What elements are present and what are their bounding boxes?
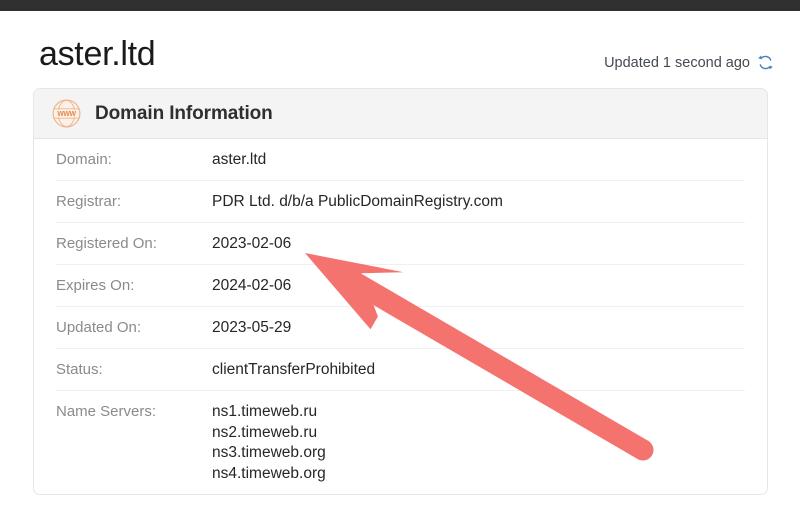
row-label: Status:	[56, 361, 103, 378]
page-header: aster.ltd Updated 1 second ago	[0, 11, 800, 81]
row-label: Domain:	[56, 151, 112, 168]
browser-chrome-bar	[0, 0, 800, 11]
table-row-name-servers: Name Servers: ns1.timeweb.ru ns2.timeweb…	[56, 391, 745, 494]
svg-text:WWW: WWW	[57, 111, 76, 118]
table-row: Domain: aster.ltd	[56, 139, 745, 181]
updated-timestamp-label: Updated 1 second ago	[604, 54, 750, 71]
name-server-entry: ns1.timeweb.ru	[212, 403, 318, 420]
updated-status: Updated 1 second ago	[604, 54, 774, 71]
row-value: 2023-05-29	[212, 319, 292, 336]
row-label: Updated On:	[56, 319, 142, 336]
table-row: Expires On: 2024-02-06	[56, 265, 745, 307]
refresh-icon[interactable]	[757, 54, 774, 71]
row-value: aster.ltd	[212, 151, 267, 168]
row-value: 2023-02-06	[212, 235, 292, 252]
name-server-entry: ns4.timeweb.org	[212, 464, 326, 482]
table-row: Updated On: 2023-05-29	[56, 307, 745, 349]
name-server-entry: ns2.timeweb.ru	[212, 423, 318, 441]
row-label: Name Servers:	[56, 403, 157, 420]
row-value: PDR Ltd. d/b/a PublicDomainRegistry.com	[212, 193, 503, 210]
card-header: WWW Domain Information	[34, 89, 767, 139]
row-label: Registrar:	[56, 193, 122, 210]
table-row: Registered On: 2023-02-06	[56, 223, 745, 265]
domain-information-card: WWW Domain Information Domain: aster.ltd…	[33, 88, 768, 495]
name-server-entry: ns3.timeweb.org	[212, 444, 326, 461]
page-title: aster.ltd	[39, 35, 156, 73]
row-value: ns1.timeweb.ru ns2.timeweb.ru ns3.timewe…	[212, 402, 745, 484]
domain-info-table: Domain: aster.ltd Registrar: PDR Ltd. d/…	[34, 139, 767, 494]
row-label: Registered On:	[56, 235, 157, 252]
www-globe-icon: WWW	[52, 99, 81, 128]
row-value: 2024-02-06	[212, 277, 292, 294]
row-value: clientTransferProhibited	[212, 361, 376, 378]
table-row: Status: clientTransferProhibited	[56, 349, 745, 391]
table-row: Registrar: PDR Ltd. d/b/a PublicDomainRe…	[56, 181, 745, 223]
card-title: Domain Information	[95, 102, 273, 124]
row-label: Expires On:	[56, 277, 135, 294]
